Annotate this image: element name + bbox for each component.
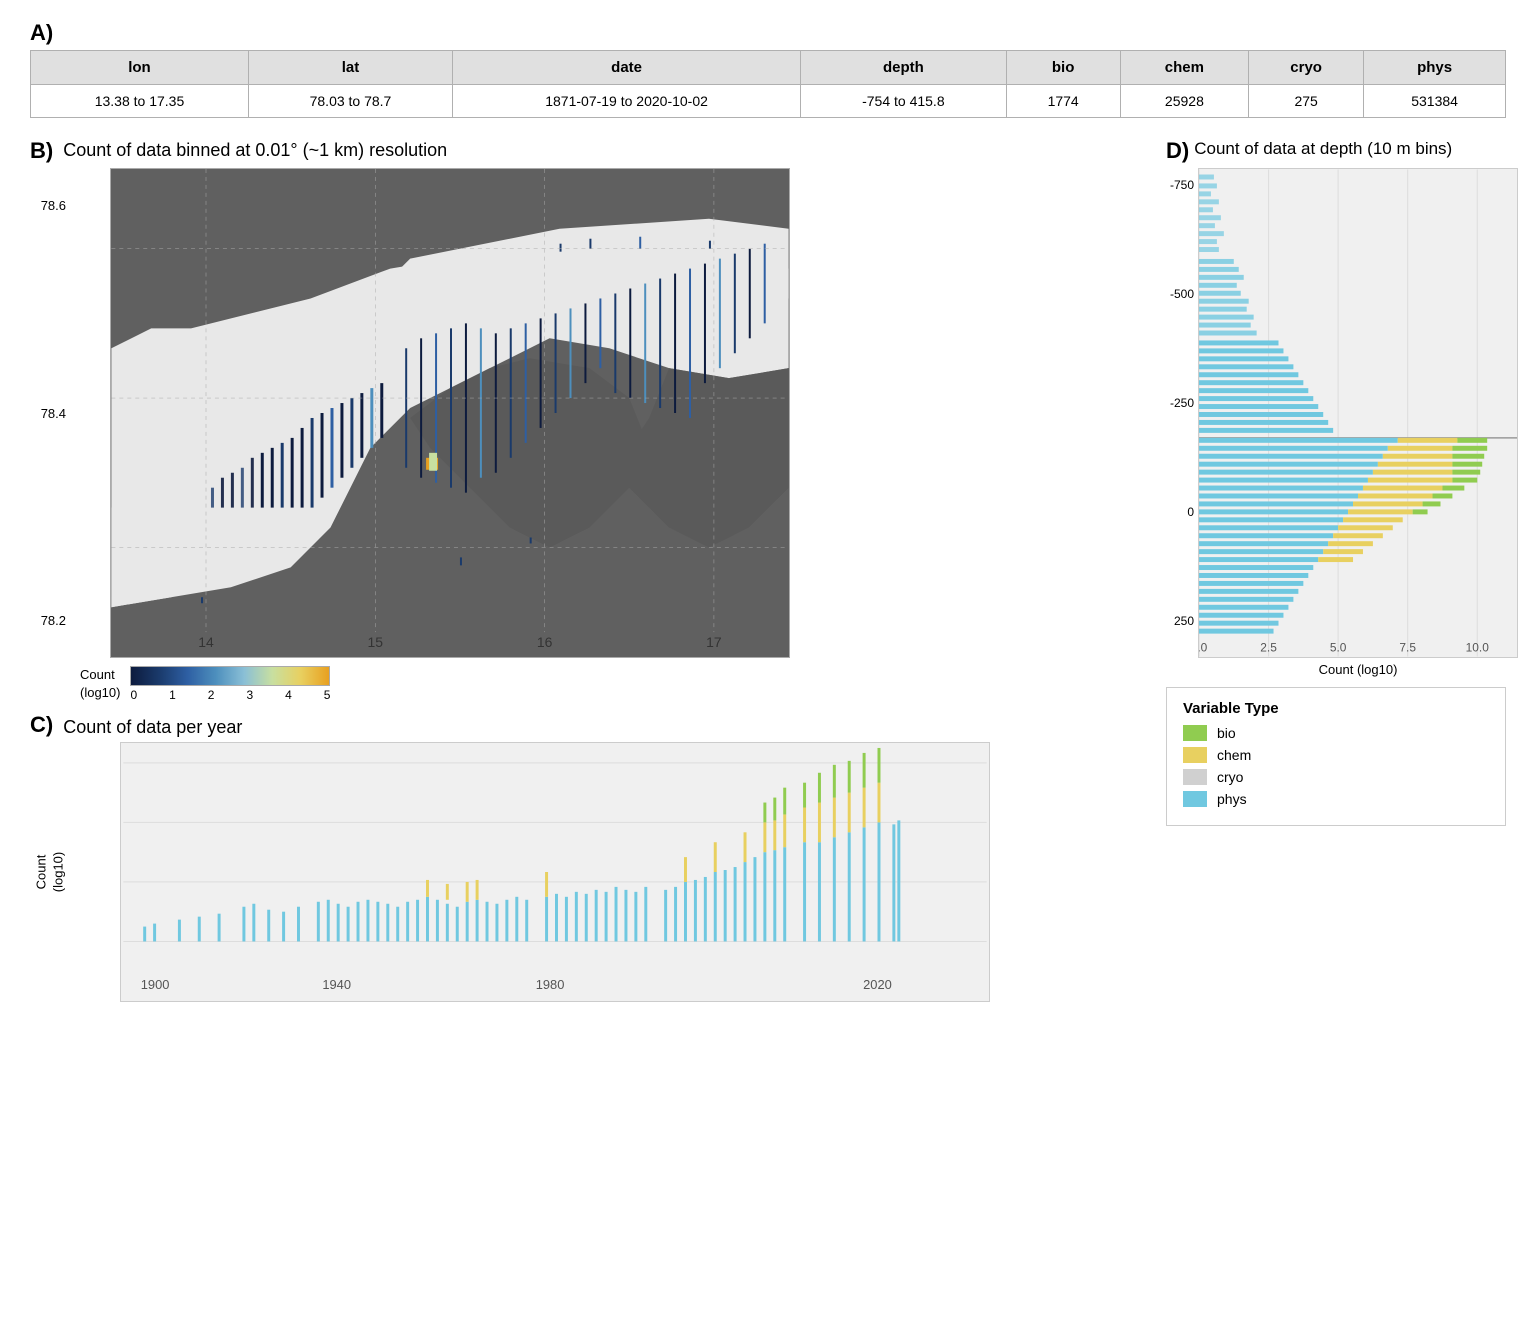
svg-text:1900: 1900 <box>141 977 170 992</box>
svg-text:7.5: 7.5 <box>1399 641 1416 655</box>
map-panel: 14 15 16 17 <box>110 168 790 658</box>
legend-label-bio: bio <box>1217 725 1236 741</box>
svg-text:10.0: 10.0 <box>1466 641 1490 655</box>
map-y-label-2: 78.4 <box>41 406 66 421</box>
d-y-label-750: -750 <box>1170 178 1194 192</box>
svg-text:14: 14 <box>198 634 214 650</box>
table-header-cryo: cryo <box>1249 51 1364 85</box>
table-cell-1: 78.03 to 78.7 <box>248 85 452 118</box>
legend-label-1: 1 <box>169 688 176 702</box>
legend-item-chem: chem <box>1183 747 1489 763</box>
legend-title: Count(log10) <box>80 666 120 702</box>
d-y-label-500: -500 <box>1170 287 1194 301</box>
table-cell-0: 13.38 to 17.35 <box>31 85 249 118</box>
d-y-label-250: -250 <box>1170 396 1194 410</box>
legend-gradient <box>130 666 330 686</box>
svg-text:2020: 2020 <box>863 977 892 992</box>
svg-text:5.0: 5.0 <box>1330 641 1347 655</box>
section-a-label: A) <box>30 20 1506 46</box>
table-cell-6: 275 <box>1249 85 1364 118</box>
legend-label-cryo: cryo <box>1217 769 1243 785</box>
legend-label-4: 4 <box>285 688 292 702</box>
d-y-label-250b: 250 <box>1174 614 1194 628</box>
legend-label-5: 5 <box>324 688 331 702</box>
panel-c-title: Count of data per year <box>63 717 242 738</box>
svg-text:0.0: 0.0 <box>1199 641 1208 655</box>
section-d-label: D) <box>1166 138 1189 164</box>
panel-c: C) Count of data per year Count(log10) <box>30 712 1156 1324</box>
table-cell-2: 1871-07-19 to 2020-10-02 <box>453 85 801 118</box>
table-cell-7: 531384 <box>1364 85 1506 118</box>
svg-text:17: 17 <box>706 634 722 650</box>
svg-text:1940: 1940 <box>322 977 351 992</box>
legend-item-cryo: cryo <box>1183 769 1489 785</box>
chart-c-y-label: Count(log10) <box>33 852 67 892</box>
legend-item-bio: bio <box>1183 725 1489 741</box>
table-header-depth: depth <box>801 51 1006 85</box>
d-y-label-0: 0 <box>1187 505 1194 519</box>
map-y-label-3: 78.6 <box>41 198 66 213</box>
chart-d-x-label: Count (log10) <box>1198 662 1518 677</box>
table-header-phys: phys <box>1364 51 1506 85</box>
svg-text:1980: 1980 <box>536 977 565 992</box>
svg-text:15: 15 <box>368 634 384 650</box>
table-header-bio: bio <box>1006 51 1120 85</box>
table-header-lat: lat <box>248 51 452 85</box>
legend-swatch-phys <box>1183 791 1207 807</box>
section-b-label: B) <box>30 138 53 164</box>
panel-b-title: Count of data binned at 0.01° (~1 km) re… <box>63 140 447 161</box>
data-table: lonlatdatedepthbiochemcryophys 13.38 to … <box>30 50 1506 118</box>
map-y-label-1: 78.2 <box>41 613 66 628</box>
table-cell-3: -754 to 415.8 <box>801 85 1006 118</box>
variable-type-legend: Variable Type bio chem cryo phys <box>1166 687 1506 826</box>
table-header-lon: lon <box>31 51 249 85</box>
table-header-date: date <box>453 51 801 85</box>
table-header-chem: chem <box>1120 51 1248 85</box>
chart-c: 0 3 6 9 <box>120 742 990 1002</box>
panel-d-title: Count of data at depth (10 m bins) <box>1194 138 1452 161</box>
chart-d: 0.0 2.5 5.0 7.5 10.0 <box>1198 168 1518 658</box>
legend-swatch-cryo <box>1183 769 1207 785</box>
legend-swatch-bio <box>1183 725 1207 741</box>
table-cell-4: 1774 <box>1006 85 1120 118</box>
legend-swatch-chem <box>1183 747 1207 763</box>
legend-label-phys: phys <box>1217 791 1247 807</box>
legend-label-0: 0 <box>130 688 137 702</box>
legend-label-chem: chem <box>1217 747 1251 763</box>
svg-text:16: 16 <box>537 634 553 650</box>
legend-var-title: Variable Type <box>1183 700 1489 717</box>
legend-label-3: 3 <box>246 688 253 702</box>
panel-d: D) Count of data at depth (10 m bins) -7… <box>1166 138 1506 677</box>
section-c-label: C) <box>30 712 53 738</box>
legend-label-2: 2 <box>208 688 215 702</box>
legend-item-phys: phys <box>1183 791 1489 807</box>
svg-text:2.5: 2.5 <box>1260 641 1277 655</box>
table-cell-5: 25928 <box>1120 85 1248 118</box>
panel-b: B) Count of data binned at 0.01° (~1 km)… <box>30 138 1156 702</box>
